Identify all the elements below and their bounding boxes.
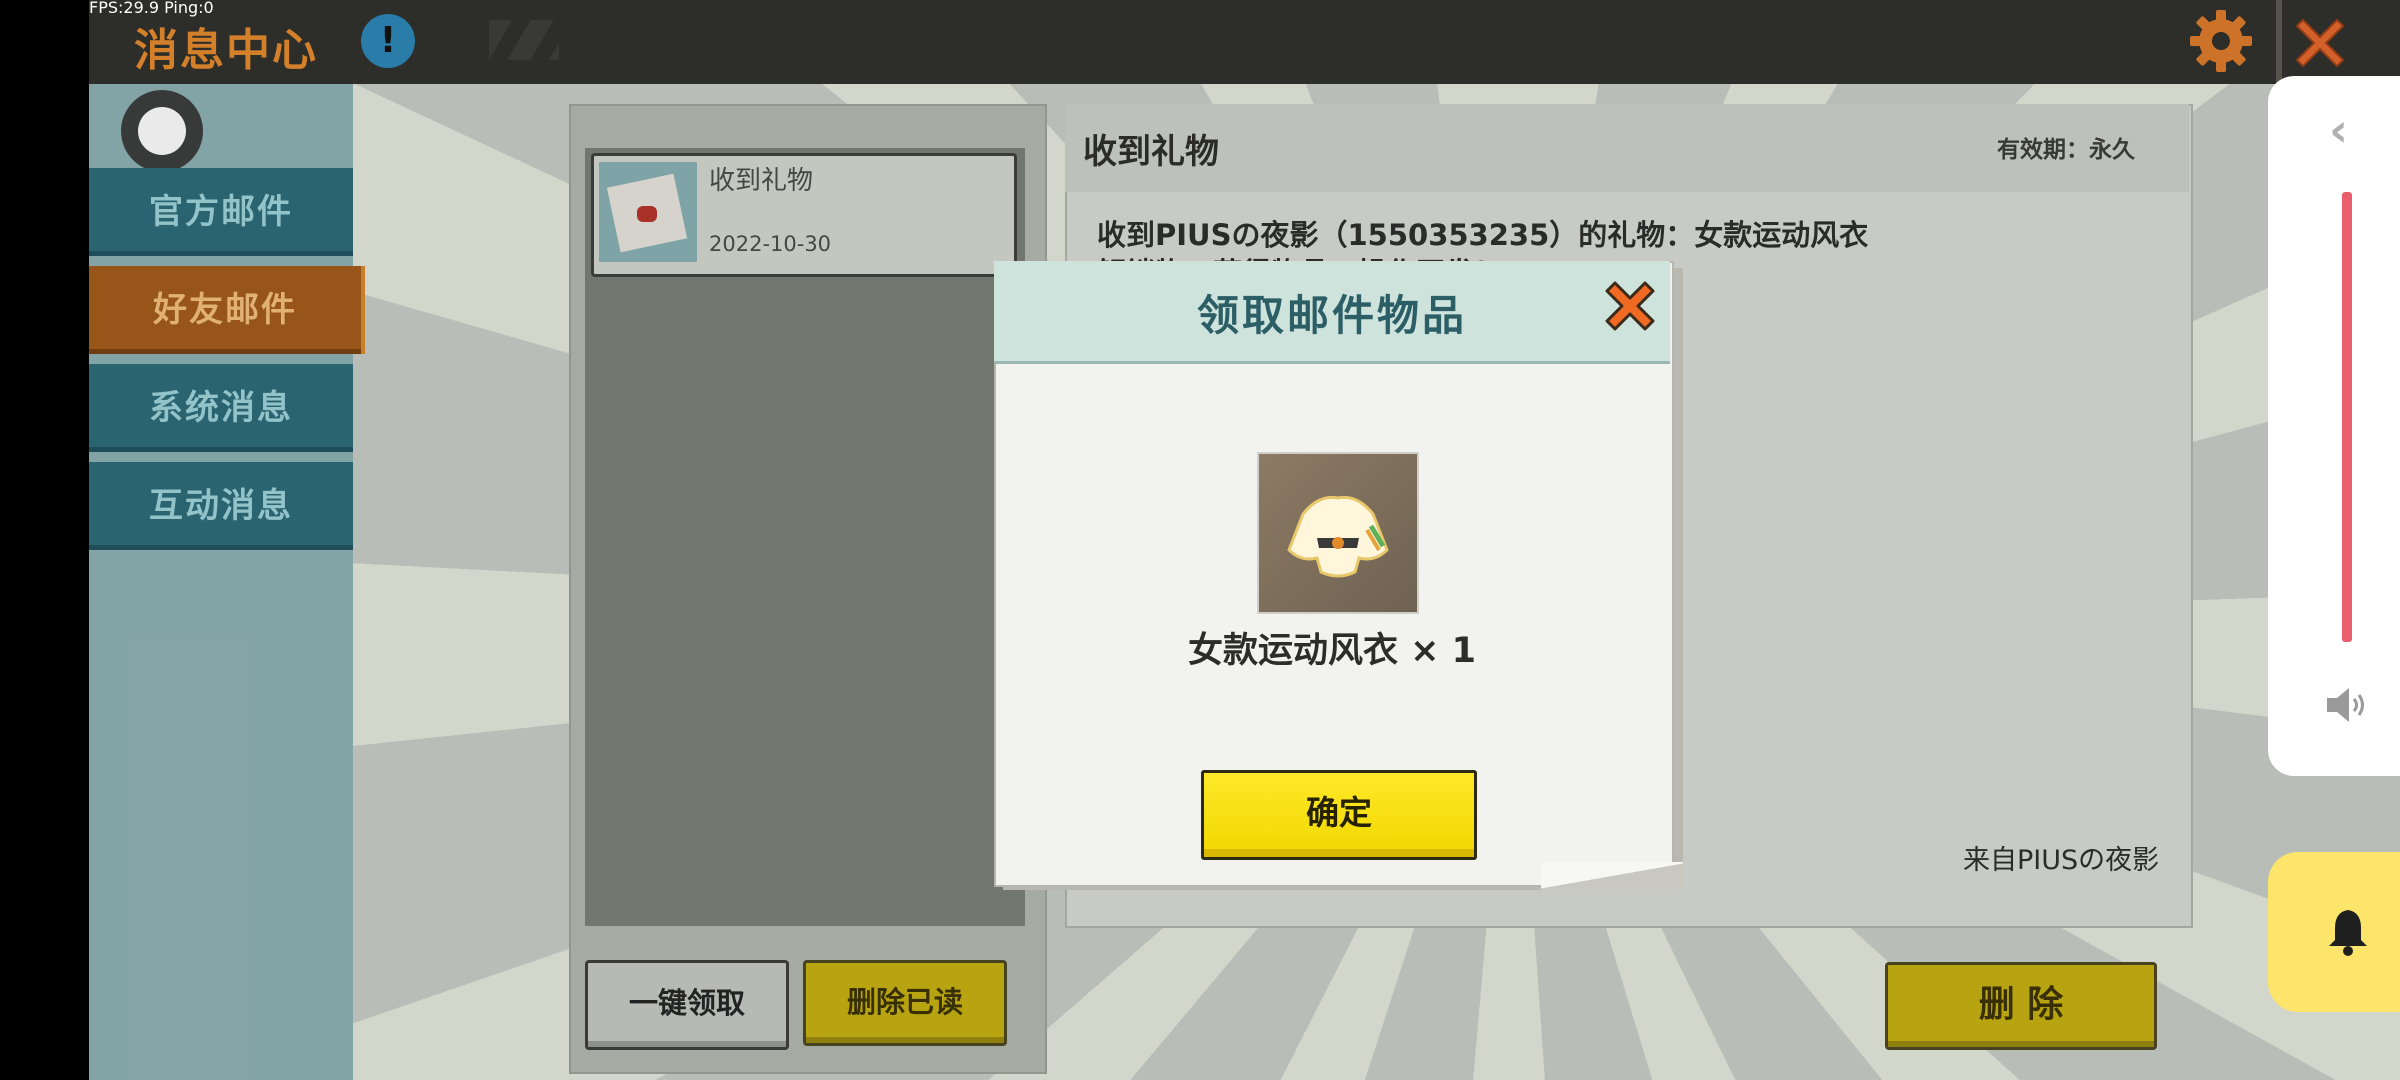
- gift-envelope-icon: [599, 162, 697, 262]
- validity-label: 有效期：永久: [1997, 137, 2135, 163]
- page-title: 消息中心: [134, 25, 318, 76]
- confirm-button[interactable]: 确定: [1201, 770, 1477, 860]
- speaker-icon[interactable]: [2321, 680, 2371, 730]
- item-name: 女款运动风衣 × 1: [1187, 631, 1477, 671]
- info-icon[interactable]: !: [361, 14, 415, 68]
- gear-icon[interactable]: [2188, 8, 2254, 74]
- mail-sender: 来自PIUSの夜影: [1963, 845, 2160, 876]
- bell-icon[interactable]: [2325, 906, 2371, 958]
- game-screen: 消息中心 ! 官方邮件 好友邮件 系统消息 互动消息 收到礼物 2022-10-…: [89, 0, 2400, 1080]
- page-curl-decoration: [1541, 862, 1683, 890]
- claim-all-button[interactable]: 一键领取: [585, 960, 789, 1050]
- dialog-title: 领取邮件物品: [1196, 291, 1467, 340]
- nav-friend-mail[interactable]: 好友邮件: [89, 266, 361, 354]
- nav-interaction-messages[interactable]: 互动消息: [89, 462, 353, 550]
- delete-button[interactable]: 删 除: [1885, 962, 2157, 1050]
- volume-panel: [2268, 76, 2400, 776]
- mail-detail-body: 收到PIUSの夜影（1550353235）的礼物：女款运动风衣: [1097, 218, 1869, 252]
- top-divider: [2276, 0, 2282, 84]
- top-bar: [89, 0, 2400, 84]
- windbreaker-icon: [1287, 495, 1389, 578]
- nav-official-mail[interactable]: 官方邮件: [89, 168, 353, 256]
- delete-read-button[interactable]: 删除已读: [803, 960, 1007, 1046]
- close-icon[interactable]: [1599, 275, 1661, 337]
- close-icon[interactable]: [2287, 10, 2353, 76]
- mail-item-date: 2022-10-30: [709, 232, 832, 256]
- nav-system-messages[interactable]: 系统消息: [89, 364, 353, 452]
- chevron-left-icon[interactable]: ‹: [2329, 107, 2359, 153]
- decorative-stripe: [489, 20, 559, 60]
- mail-detail-title: 收到礼物: [1083, 132, 1219, 172]
- volume-slider[interactable]: [2342, 192, 2352, 642]
- record-button[interactable]: [121, 90, 203, 172]
- fps-ping-overlay: FPS:29.9 Ping:0: [89, 0, 214, 17]
- mail-item-title: 收到礼物: [709, 166, 814, 196]
- item-icon: [1257, 452, 1419, 614]
